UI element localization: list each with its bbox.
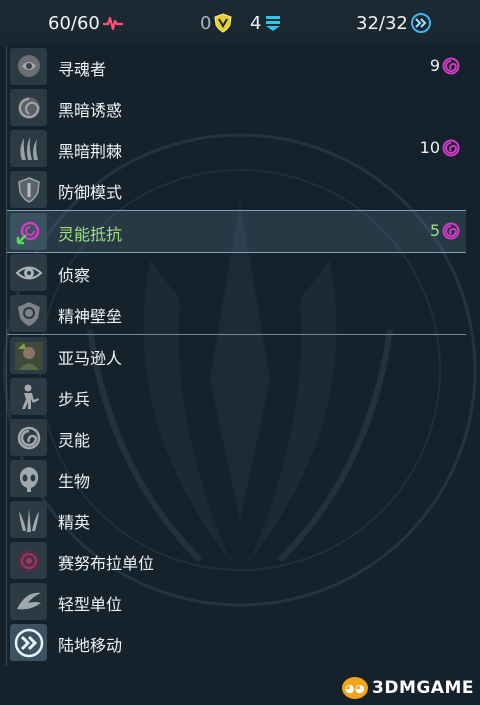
item-label: 亚马逊人	[58, 349, 123, 368]
item-label: 陆地移动	[58, 636, 123, 655]
heartbeat-icon	[102, 16, 123, 31]
swirl-face-icon	[10, 89, 47, 126]
list-item[interactable]: 侦察	[7, 252, 466, 293]
watermark-logo-icon: ◕◕	[342, 677, 368, 699]
shield-stat: 4	[250, 10, 283, 36]
list-item[interactable]: 寻魂者 9	[7, 46, 466, 87]
watermark: ◕◕ 3DMGAME	[342, 677, 474, 699]
health-stat: 60/60	[48, 10, 124, 36]
armor-shield-icon	[214, 13, 232, 33]
armor-stat: 0	[200, 10, 233, 36]
energy-cost: 5	[430, 221, 460, 240]
energy-stat: 32/32	[356, 10, 432, 36]
infantry-icon	[10, 378, 47, 415]
psionic-arrow-icon	[10, 213, 47, 250]
biological-icon	[10, 460, 47, 497]
psionic-icon	[10, 419, 47, 456]
mind-barrier-icon	[10, 295, 47, 332]
elite-icon	[10, 501, 47, 538]
item-label: 寻魂者	[58, 60, 107, 79]
armor-value: 0	[200, 12, 212, 34]
energy-cost: 10	[420, 138, 460, 157]
item-label: 灵能抵抗	[58, 225, 123, 244]
energy-cost: 9	[430, 56, 460, 75]
list-item-selected[interactable]: 灵能抵抗 5	[7, 210, 466, 253]
shield-value: 4	[250, 12, 262, 34]
list-item[interactable]: 灵能	[7, 417, 466, 458]
resource-bar: 60/60 0 4 32/32	[0, 0, 480, 46]
shield-layers-icon	[266, 16, 281, 31]
ground-movement-icon	[10, 624, 47, 661]
item-label: 黑暗荆棘	[58, 142, 123, 161]
list-item[interactable]: 赛努布拉单位	[7, 540, 466, 581]
health-value: 60/60	[48, 12, 100, 34]
list-item[interactable]: 生物	[7, 458, 466, 499]
item-label: 防御模式	[58, 183, 123, 202]
light-unit-icon	[10, 583, 47, 620]
item-label: 步兵	[58, 390, 91, 409]
energy-value: 32/32	[356, 12, 408, 34]
energy-icon	[410, 13, 431, 33]
flame-claws-icon	[10, 130, 47, 167]
item-label: 侦察	[58, 266, 91, 285]
item-label: 赛努布拉单位	[58, 554, 155, 573]
list-item[interactable]: 亚马逊人	[7, 335, 466, 376]
item-label: 黑暗诱惑	[58, 101, 123, 120]
item-label: 轻型单位	[58, 595, 123, 614]
ghost-face-icon	[10, 48, 47, 85]
sainubra-unit-icon	[10, 542, 47, 579]
psi-swirl-icon	[442, 139, 460, 156]
item-label: 生物	[58, 472, 91, 491]
list-item[interactable]: 步兵	[7, 376, 466, 417]
list-item[interactable]: 精神壁垒	[7, 293, 466, 335]
amazon-portrait-icon	[10, 337, 47, 374]
psi-swirl-icon	[442, 57, 460, 74]
list-item[interactable]: 黑暗荆棘 10	[7, 128, 466, 169]
list-item[interactable]: 黑暗诱惑	[7, 87, 466, 128]
eye-icon	[10, 254, 47, 291]
psi-swirl-icon	[442, 222, 460, 239]
item-label: 精神壁垒	[58, 307, 123, 326]
list-item[interactable]: 防御模式	[7, 169, 466, 211]
list-item[interactable]: 陆地移动	[7, 622, 466, 663]
item-label: 精英	[58, 513, 91, 532]
status-list: 寻魂者 9 黑暗诱惑 黑暗荆棘 10 防御模式 灵能抵抗 5 侦察 精神壁垒 亚…	[6, 46, 468, 666]
list-item[interactable]: 轻型单位	[7, 581, 466, 622]
item-label: 灵能	[58, 431, 91, 450]
list-item[interactable]: 精英	[7, 499, 466, 540]
shield-emblem-icon	[10, 171, 47, 208]
